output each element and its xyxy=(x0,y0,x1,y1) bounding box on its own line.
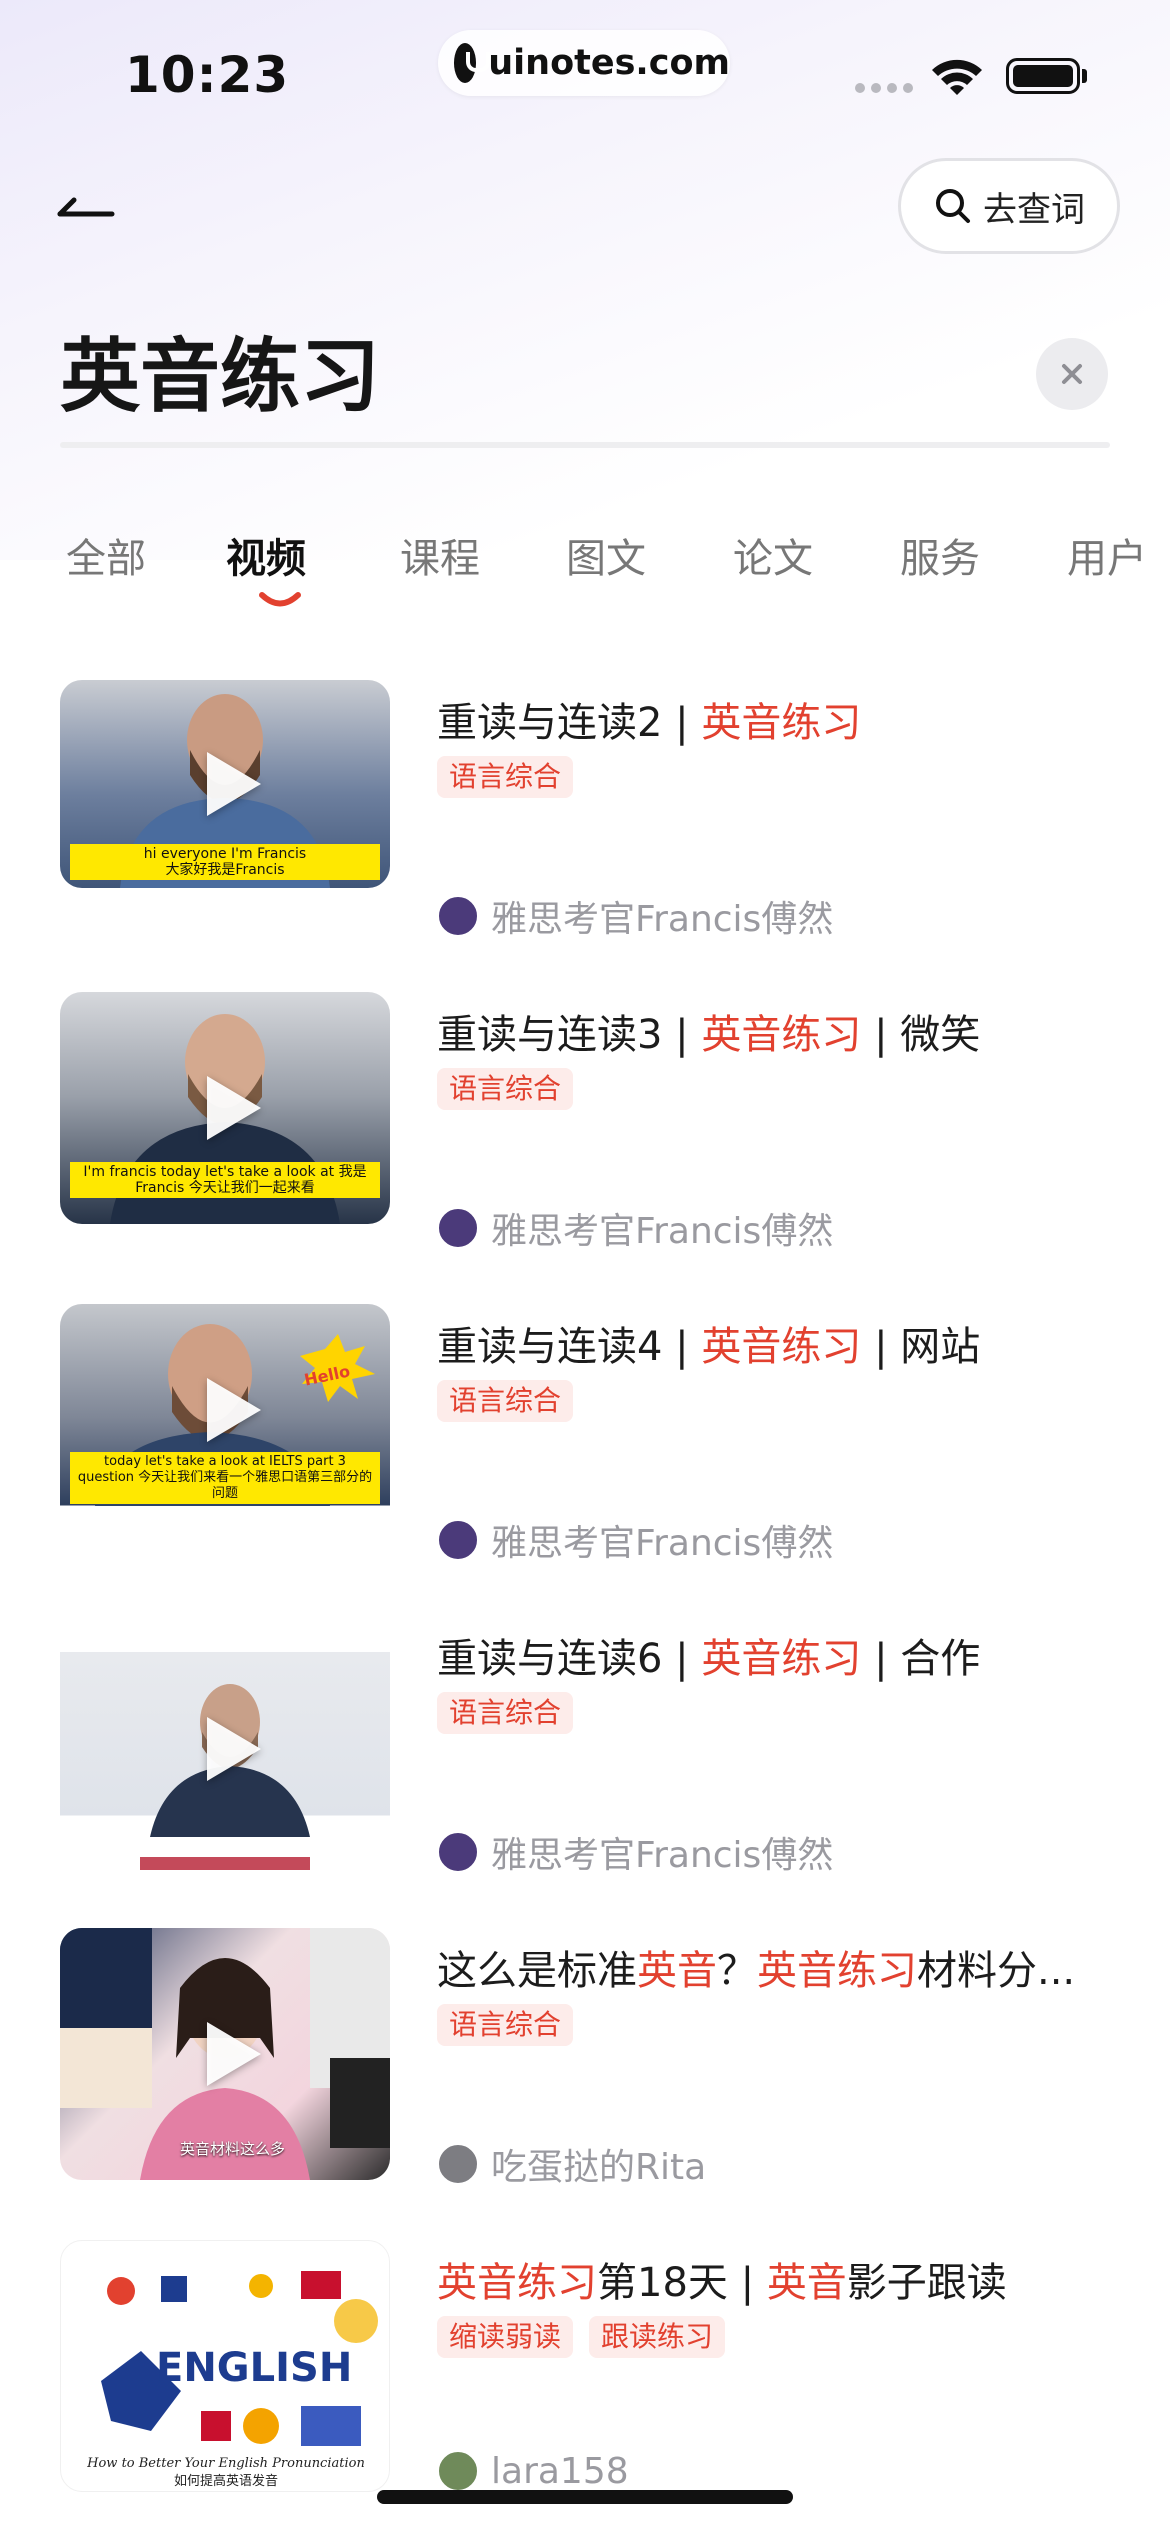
video-subtitle: today let's take a look at IELTS part 3 … xyxy=(70,1452,380,1504)
lookup-word-button[interactable]: 去查词 xyxy=(898,158,1120,254)
active-tab-indicator xyxy=(259,592,301,607)
result-item[interactable]: 英音材料这么多 这么是标准英音？英音练习材料分... 语言综合 吃蛋挞的Rita xyxy=(0,1928,1170,2228)
video-thumbnail[interactable]: 英音材料这么多 xyxy=(60,1928,390,2180)
video-thumbnail[interactable] xyxy=(60,1652,390,1870)
avatar xyxy=(437,2450,479,2492)
search-icon xyxy=(936,189,970,223)
tag-list: 语言综合 xyxy=(437,1068,574,1110)
result-title[interactable]: 重读与连读6 | 英音练习 | 合作 xyxy=(437,1626,1137,1684)
tag[interactable]: 跟读练习 xyxy=(589,2316,726,2358)
tag-list: 语言综合 xyxy=(437,2004,574,2046)
tag[interactable]: 缩读弱读 xyxy=(437,2316,574,2358)
tab-papers[interactable]: 论文 xyxy=(733,526,813,584)
video-thumbnail[interactable]: ENGLISH How to Better Your English Pronu… xyxy=(60,2240,390,2492)
tag-list: 语言综合 xyxy=(437,756,574,798)
play-icon xyxy=(207,2022,261,2086)
thumb-english-text: ENGLISH xyxy=(156,2345,352,2391)
author[interactable]: 吃蛋挞的Rita xyxy=(437,2138,706,2190)
result-item[interactable]: 重读与连读6 | 英音练习 | 合作 语言综合 雅思考官Francis傅然 xyxy=(0,1616,1170,1916)
tab-all[interactable]: 全部 xyxy=(66,526,146,584)
result-item[interactable]: hi everyone I'm Francis 大家好我是Francis 重读与… xyxy=(0,680,1170,980)
battery-icon xyxy=(1006,58,1080,94)
tag[interactable]: 语言综合 xyxy=(437,1692,574,1734)
video-caption: 英音材料这么多 xyxy=(180,2140,286,2158)
tag[interactable]: 语言综合 xyxy=(437,756,574,798)
tag[interactable]: 语言综合 xyxy=(437,1380,574,1422)
url-pill[interactable]: uinotes.com xyxy=(438,30,730,96)
category-tabs: 全部 视频 课程 图文 论文 服务 用户 xyxy=(60,526,1170,616)
tab-video[interactable]: 视频 xyxy=(226,526,306,584)
tag-list: 语言综合 xyxy=(437,1692,574,1734)
home-indicator xyxy=(377,2490,793,2504)
tag[interactable]: 语言综合 xyxy=(437,2004,574,2046)
author[interactable]: 雅思考官Francis傅然 xyxy=(437,1514,833,1566)
result-title[interactable]: 重读与连读4 | 英音练习 | 网站 xyxy=(437,1314,1137,1372)
play-icon xyxy=(207,752,261,816)
author-name: 雅思考官Francis傅然 xyxy=(491,899,834,940)
battery-tip xyxy=(1082,69,1087,83)
video-thumbnail[interactable]: I'm francis today let's take a look at 我… xyxy=(60,992,390,1224)
back-arrow-icon[interactable] xyxy=(56,190,116,220)
wifi-icon xyxy=(932,59,982,95)
author-name: 雅思考官Francis傅然 xyxy=(491,1211,834,1252)
author[interactable]: 雅思考官Francis傅然 xyxy=(437,1826,833,1878)
cellular-signal-icon xyxy=(855,83,913,93)
video-subtitle: hi everyone I'm Francis 大家好我是Francis xyxy=(70,844,380,880)
play-icon xyxy=(207,1717,261,1781)
status-time: 10:23 xyxy=(125,46,290,104)
tab-users[interactable]: 用户 xyxy=(1067,526,1147,584)
result-item[interactable]: ENGLISH How to Better Your English Pronu… xyxy=(0,2240,1170,2532)
result-item[interactable]: I'm francis today let's take a look at 我… xyxy=(0,992,1170,1292)
tab-courses[interactable]: 课程 xyxy=(400,526,480,584)
avatar xyxy=(437,1831,479,1873)
author-name: 雅思考官Francis傅然 xyxy=(491,1523,834,1564)
lookup-word-label: 去查词 xyxy=(983,189,1085,230)
search-divider xyxy=(60,442,1110,448)
thumb-caption-zh: 如何提高英语发音 xyxy=(174,2473,278,2489)
video-thumbnail[interactable]: Hello today let's take a look at IELTS p… xyxy=(60,1304,390,1556)
play-icon xyxy=(207,1076,261,1140)
author-name: lara158 xyxy=(491,2450,629,2492)
url-text: uinotes.com xyxy=(488,43,730,83)
author-name: 吃蛋挞的Rita xyxy=(491,2147,707,2188)
result-title[interactable]: 这么是标准英音？英音练习材料分... xyxy=(437,1938,1137,1996)
play-icon xyxy=(207,1378,261,1442)
avatar xyxy=(437,1207,479,1249)
result-title[interactable]: 英音练习第18天 | 英音影子跟读 xyxy=(437,2250,1137,2308)
search-query[interactable]: 英音练习 xyxy=(60,312,380,428)
avatar xyxy=(437,2143,479,2185)
video-subtitle: I'm francis today let's take a look at 我… xyxy=(70,1162,380,1198)
english-illustration: ENGLISH How to Better Your English Pronu… xyxy=(86,2271,378,2489)
tag-list: 缩读弱读 跟读练习 xyxy=(437,2316,726,2358)
tag[interactable]: 语言综合 xyxy=(437,1068,574,1110)
result-item[interactable]: Hello today let's take a look at IELTS p… xyxy=(0,1304,1170,1604)
tag-list: 语言综合 xyxy=(437,1380,574,1422)
video-thumbnail[interactable]: hi everyone I'm Francis 大家好我是Francis xyxy=(60,680,390,888)
result-title[interactable]: 重读与连读2 | 英音练习 xyxy=(437,690,1137,748)
author[interactable]: 雅思考官Francis傅然 xyxy=(437,890,833,942)
clear-search-button[interactable] xyxy=(1036,338,1108,410)
author[interactable]: lara158 xyxy=(437,2450,629,2492)
author[interactable]: 雅思考官Francis傅然 xyxy=(437,1202,833,1254)
site-logo-icon xyxy=(454,43,491,83)
result-title[interactable]: 重读与连读3 | 英音练习 | 微笑 xyxy=(437,1002,1137,1060)
thumb-caption-en: How to Better Your English Pronunciation xyxy=(86,2456,365,2471)
avatar xyxy=(437,895,479,937)
close-icon xyxy=(1062,364,1082,384)
author-name: 雅思考官Francis傅然 xyxy=(491,1835,834,1876)
tab-articles[interactable]: 图文 xyxy=(566,526,646,584)
avatar xyxy=(437,1519,479,1561)
tab-services[interactable]: 服务 xyxy=(900,526,980,584)
